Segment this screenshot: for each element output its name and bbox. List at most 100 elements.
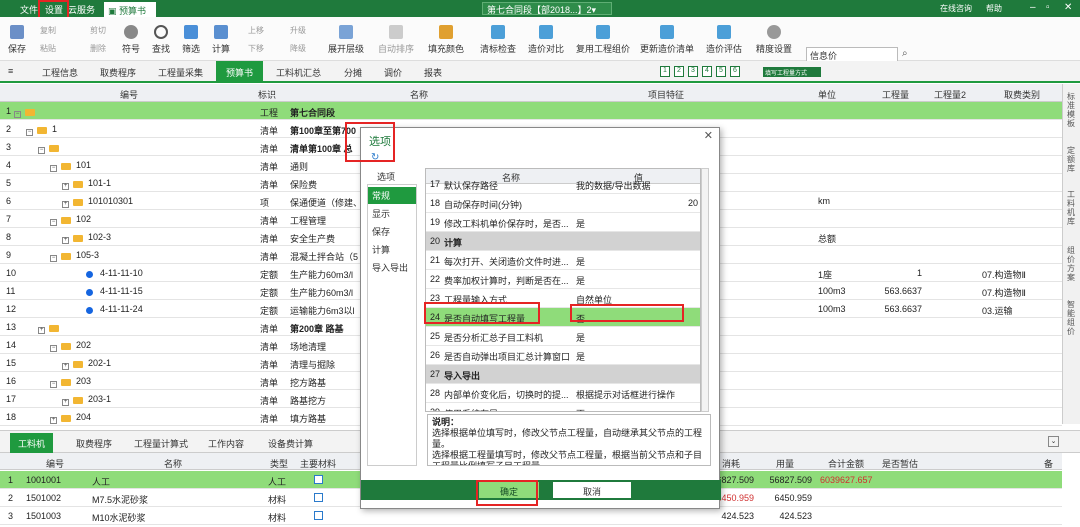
tab-price-adjust[interactable]: 调价 [384,66,402,79]
reuse-group-button[interactable]: 复用工程组价 [574,23,632,55]
expand-level-button[interactable]: 展开层级 [324,23,368,55]
tab-budget-book[interactable]: ▣ 预算书 [104,2,156,17]
row-fee[interactable]: 07.构造物Ⅱ [982,286,1026,299]
expand-toggle-icon[interactable]: + [62,395,69,406]
expand-toggle-icon[interactable]: − [26,125,33,136]
main-material-checkbox[interactable] [314,493,323,502]
row-mark[interactable]: 清单 [260,412,278,425]
copy-button[interactable]: 复制 [40,25,56,36]
precision-button[interactable]: 精度设置 [752,23,796,55]
save-button[interactable]: 保存 [4,23,30,55]
row-code[interactable]: 105-3 [76,250,99,260]
row-mark[interactable]: 项 [260,196,269,209]
row-mark[interactable]: 清单 [260,340,278,353]
tab-material-summary[interactable]: 工料机汇总 [276,66,321,79]
material-qty[interactable]: 424.523 [760,511,812,521]
document-title[interactable]: 第七合同段【部2018...】2▾ [482,2,612,15]
col-code[interactable]: 编号 [120,88,138,101]
tab-budget[interactable]: 预算书 [216,61,264,83]
expand-toggle-icon[interactable]: − [50,215,57,226]
option-row[interactable]: 21 每次打开、关闭造价文件时进... 是 [426,251,700,270]
option-row[interactable]: 26 是否自动弹出项目汇总计算窗口是 [426,346,700,365]
row-mark[interactable]: 清单 [260,124,278,137]
row-code[interactable]: 101-1 [88,178,111,188]
delete-button[interactable]: 删除 [90,43,106,54]
level-3-button[interactable]: 3 [688,66,698,77]
row-name[interactable]: 保通便道（修建、 [290,196,360,209]
row-qty[interactable]: 1 [872,268,922,278]
col-qty2[interactable]: 工程量2 [934,88,966,101]
col-unit[interactable]: 单位 [818,88,836,101]
material-code[interactable]: 1001001 [26,475,61,485]
row-mark[interactable]: 定额 [260,286,278,299]
maximize-icon[interactable]: ▫ [1046,2,1050,13]
material-name[interactable]: M10水泥砂浆 [92,511,146,524]
table-row[interactable]: 1− 工程 第七合同段 [0,102,1062,120]
col-fee[interactable]: 取费类别 [1004,88,1040,101]
row-code[interactable]: 101010301 [88,196,133,206]
nav-import-export[interactable]: 导入导出 [372,261,408,274]
material-code[interactable]: 1501003 [26,511,61,521]
material-qty[interactable]: 6450.959 [760,493,812,503]
option-row[interactable]: 25 是否分析汇总子目工料机 是 [426,327,700,346]
row-mark[interactable]: 清单 [260,232,278,245]
option-row[interactable]: 17 默认保存路径 我的数据/导出数据 [426,175,700,194]
expand-toggle-icon[interactable]: + [50,413,57,424]
row-name[interactable]: 生产能力60m3/l [290,286,360,299]
tab-equipment-fee[interactable]: 设备费计算 [268,437,313,450]
list-icon[interactable]: ≡ [8,66,13,76]
main-material-checkbox[interactable] [314,511,323,520]
row-code[interactable]: 4-11-11-15 [100,286,143,296]
tab-project-info[interactable]: 工程信息 [42,66,78,79]
option-row[interactable]: 22 费率加权计算时，判断是否在... 是 [426,270,700,289]
row-unit[interactable]: km [818,196,830,206]
menu-file[interactable]: 文件 [20,3,38,16]
row-name[interactable]: 清理与掘除 [290,358,360,371]
symbol-button[interactable]: 符号 [118,23,144,55]
expand-toggle-icon[interactable]: − [38,143,45,154]
level-5-button[interactable]: 5 [716,66,726,77]
row-code[interactable]: 204 [76,412,91,422]
option-value[interactable]: 是 [576,331,698,344]
paste-button[interactable]: 粘贴 [40,43,56,54]
nav-calc[interactable]: 计算 [372,243,390,256]
close-icon[interactable]: ✕ [1064,2,1072,13]
option-value[interactable]: 是 [576,217,698,230]
material-type[interactable]: 人工 [268,475,286,488]
expand-toggle-icon[interactable]: − [50,251,57,262]
expand-toggle-icon[interactable]: − [50,161,57,172]
filter-button[interactable]: 筛选 [178,23,204,55]
calculate-button[interactable]: 计算 [208,23,234,55]
option-row[interactable]: 20 计算 [426,232,700,251]
row-mark[interactable]: 清单 [260,142,278,155]
row-code[interactable]: 202-1 [88,358,111,368]
tab-reports[interactable]: 报表 [424,66,442,79]
row-mark[interactable]: 清单 [260,214,278,227]
row-mark[interactable]: 清单 [260,250,278,263]
collapse-icon[interactable]: ⌄ [1048,436,1059,447]
row-code[interactable]: 1 [52,124,57,134]
material-code[interactable]: 1501002 [26,493,61,503]
material-type[interactable]: 材料 [268,511,286,524]
move-down-button[interactable]: 下移 [248,43,264,54]
sidebar-group-plan[interactable]: 组价方案 [1067,246,1077,282]
level-1-button[interactable]: 1 [660,66,670,77]
col-feature[interactable]: 项目特征 [648,88,684,101]
sidebar-smart-group[interactable]: 智能组价 [1067,300,1077,336]
main-material-checkbox[interactable] [314,475,323,484]
row-code[interactable]: 101 [76,160,91,170]
nav-display[interactable]: 显示 [372,207,390,220]
option-value[interactable]: 我的数据/导出数据 [576,179,698,192]
price-compare-button[interactable]: 造价对比 [524,23,568,55]
row-mark[interactable]: 清单 [260,376,278,389]
nav-general[interactable]: 常规 [368,187,416,204]
sidebar-material-library[interactable]: 工料机库 [1067,190,1077,226]
bcol-consume[interactable]: 消耗 [722,457,740,470]
bcol-main[interactable]: 主要材料 [300,457,336,470]
row-unit[interactable]: 1座 [818,268,832,281]
tab-qty-collection[interactable]: 工程量采集 [158,66,203,79]
row-fee[interactable]: 07.构造物Ⅱ [982,268,1026,281]
expand-toggle-icon[interactable]: − [14,107,21,118]
tab-qty-formula[interactable]: 工程量计算式 [134,437,188,450]
option-row[interactable]: 28 内部单价变化后，切换时的提... 根据提示对话框进行操作 [426,384,700,403]
